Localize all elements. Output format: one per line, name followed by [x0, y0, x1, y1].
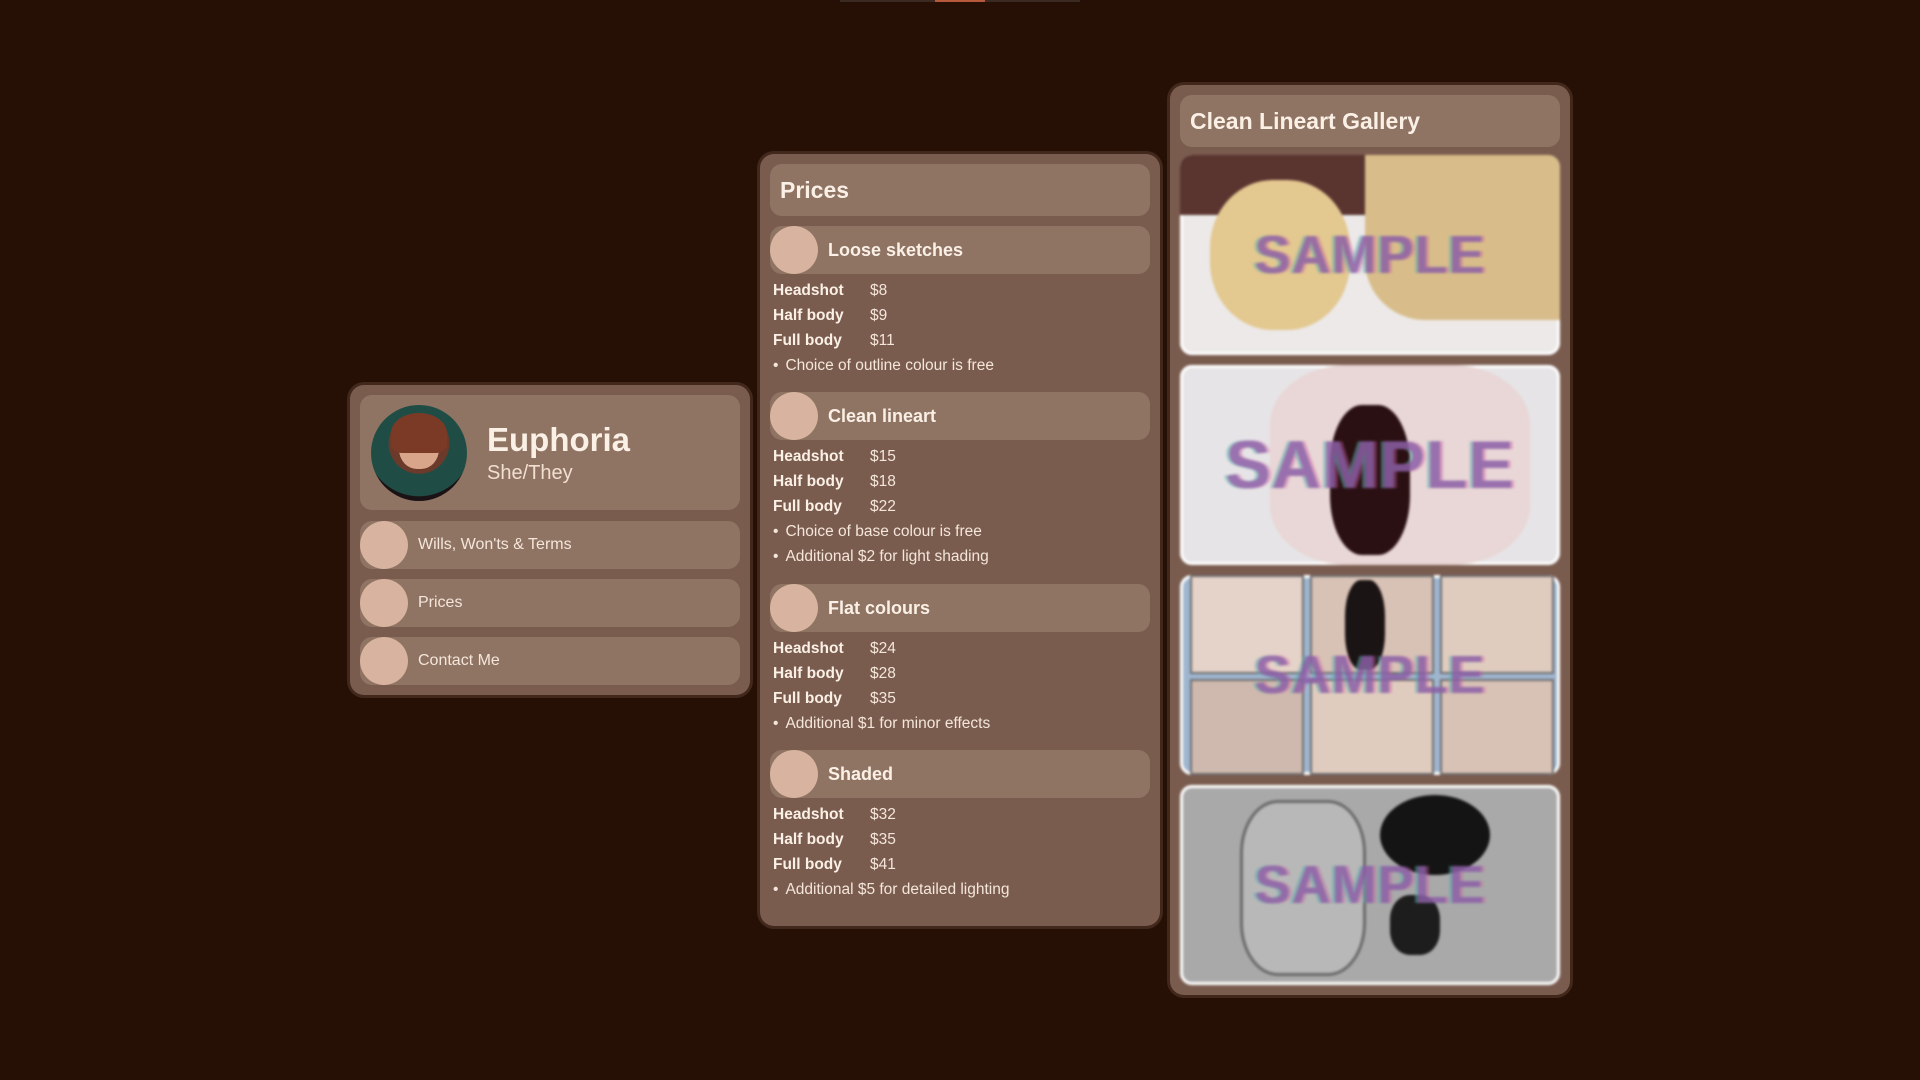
sample-watermark: SAMPLE [1254, 645, 1486, 705]
top-tab-indicator [840, 0, 1080, 2]
price-label: Headshot [773, 448, 844, 465]
price-value: $41 [870, 856, 896, 873]
price-value: $9 [870, 307, 888, 324]
price-row: Headshot $24 [770, 636, 1150, 661]
sample-image-2[interactable]: SAMPLE [1180, 365, 1560, 565]
sample-image-3[interactable]: SAMPLE [1180, 575, 1560, 775]
section-header-bg [770, 584, 1150, 632]
price-value: $28 [870, 665, 896, 682]
price-row: Full body $41 [770, 852, 1150, 877]
sample-watermark: SAMPLE [1254, 225, 1486, 285]
price-label: Half body [773, 473, 844, 490]
profile-card: Euphoria She/They Wills, Won'ts & Terms … [350, 385, 750, 695]
price-note: Choice of outline colour is free [770, 353, 1150, 378]
price-label: Headshot [773, 282, 844, 299]
circle-icon [770, 392, 818, 440]
price-section-shaded: Shaded Headshot $32 Half body $35 Full bod… [770, 750, 1150, 902]
gallery-panel: Clean Lineart Gallery SAMPLE SAMPLE SAMP… [1170, 85, 1570, 995]
price-row: Half body $35 [770, 827, 1150, 852]
price-row: Headshot $8 [770, 278, 1150, 303]
nav-item-label: Wills, Won'ts & Terms [418, 536, 572, 553]
price-value: $32 [870, 806, 896, 823]
circle-icon [770, 750, 818, 798]
sample-image-4[interactable]: SAMPLE [1180, 785, 1560, 985]
price-value: $35 [870, 690, 896, 707]
section-title: Loose sketches [828, 239, 964, 260]
profile-name: Euphoria [487, 420, 631, 458]
price-row: Full body $35 [770, 686, 1150, 711]
circle-icon [360, 579, 408, 627]
section-header-bg [770, 392, 1150, 440]
sample-image-1[interactable]: SAMPLE [1180, 155, 1560, 355]
circle-icon [360, 521, 408, 569]
section-title: Flat colours [828, 597, 931, 618]
circle-icon [360, 637, 408, 685]
price-list: Headshot $32 Half body $35 Full body $41 Ad… [770, 802, 1150, 902]
price-row: Headshot $15 [770, 444, 1150, 469]
circle-icon [770, 226, 818, 274]
price-value: $22 [870, 498, 896, 515]
price-value: $11 [870, 332, 895, 349]
price-label: Full body [773, 332, 842, 349]
price-value: $8 [870, 282, 888, 299]
price-row: Full body $11 [770, 328, 1150, 353]
nav-item-label: Prices [418, 594, 463, 611]
price-row: Half body $9 [770, 303, 1150, 328]
price-section-clean-lineart: Clean lineart Headshot $15 Half body $18 F… [770, 392, 1150, 569]
price-note: Choice of base colour is free [770, 519, 1150, 544]
section-header: Shaded [770, 750, 1150, 798]
price-list: Headshot $8 Half body $9 Full body $11 Choi… [770, 278, 1150, 378]
price-label: Headshot [773, 640, 844, 657]
price-value: $35 [870, 831, 896, 848]
active-tab-marker [935, 0, 985, 2]
sample-watermark: SAMPLE [1254, 855, 1486, 915]
price-row: Headshot $32 [770, 802, 1150, 827]
price-label: Half body [773, 831, 844, 848]
section-title: Clean lineart [828, 405, 937, 426]
price-section-flat-colours: Flat colours Headshot $24 Half body $28 Fu… [770, 584, 1150, 736]
prices-title: Prices [770, 164, 1150, 216]
price-note: Additional $2 for light shading [770, 544, 1150, 569]
circle-icon [770, 584, 818, 632]
section-header: Flat colours [770, 584, 1150, 632]
nav-item-contact-me[interactable]: Contact Me [360, 637, 740, 685]
profile-names: Euphoria She/They [487, 420, 630, 486]
price-section-loose-sketches: Loose sketches Headshot $8 Half body $9 Fu… [770, 226, 1150, 378]
price-row: Full body $22 [770, 494, 1150, 519]
section-header-bg [770, 750, 1150, 798]
price-value: $24 [870, 640, 896, 657]
nav-item-wills-wonts-terms[interactable]: Wills, Won'ts & Terms [360, 521, 740, 569]
price-value: $18 [870, 473, 896, 490]
nav-item-label: Contact Me [418, 652, 500, 669]
profile-pronouns: She/They [487, 461, 573, 484]
price-note: Additional $1 for minor effects [770, 711, 1150, 736]
price-note: Additional $5 for detailed lighting [770, 877, 1150, 902]
gallery-title: Clean Lineart Gallery [1180, 95, 1560, 147]
price-label: Half body [773, 307, 844, 324]
prices-panel: Prices Loose sketches Headshot $8 Half bo… [760, 154, 1160, 926]
price-label: Full body [773, 498, 842, 515]
price-list: Headshot $15 Half body $18 Full body $22 Ch… [770, 444, 1150, 569]
section-header: Loose sketches [770, 226, 1150, 274]
price-label: Half body [773, 665, 844, 682]
profile-header: Euphoria She/They [360, 395, 740, 510]
price-value: $15 [870, 448, 896, 465]
price-label: Full body [773, 690, 842, 707]
avatar [371, 404, 467, 501]
price-row: Half body $28 [770, 661, 1150, 686]
sample-watermark: SAMPLE [1225, 427, 1515, 503]
price-label: Full body [773, 856, 842, 873]
price-label: Headshot [773, 806, 844, 823]
price-list: Headshot $24 Half body $28 Full body $35 Ad… [770, 636, 1150, 736]
price-row: Half body $18 [770, 469, 1150, 494]
section-header: Clean lineart [770, 392, 1150, 440]
nav-item-prices[interactable]: Prices [360, 579, 740, 627]
section-title: Shaded [828, 763, 894, 784]
